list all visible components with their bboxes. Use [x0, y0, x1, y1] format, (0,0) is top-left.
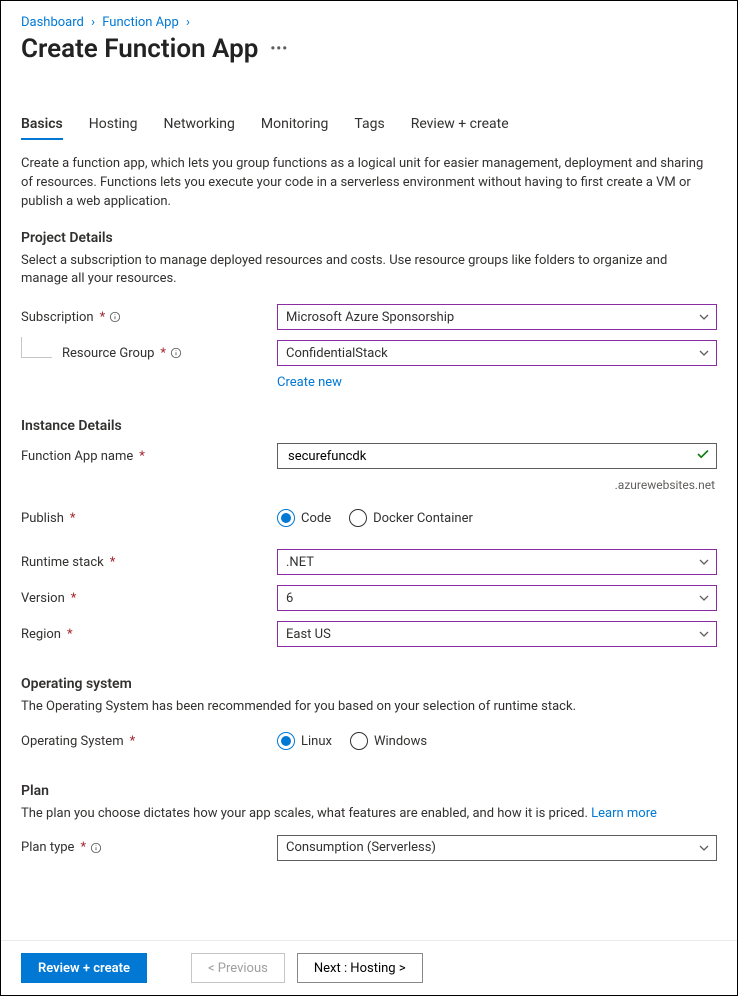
chevron-down-icon — [698, 347, 710, 359]
label-region: Region * — [21, 627, 277, 642]
required-marker: * — [110, 555, 116, 570]
required-marker: * — [71, 591, 77, 606]
required-marker: * — [67, 627, 73, 642]
radio-code[interactable]: Code — [277, 509, 331, 527]
intro-text: Create a function app, which lets you gr… — [21, 155, 717, 212]
radio-icon — [350, 732, 368, 750]
os-radio-group: Linux Windows — [277, 732, 717, 750]
required-marker: * — [100, 310, 106, 325]
function-app-name-field[interactable] — [286, 448, 690, 465]
learn-more-link[interactable]: Learn more — [591, 806, 657, 821]
label-runtime-stack: Runtime stack * — [21, 555, 277, 570]
region-select[interactable]: East US — [277, 621, 717, 647]
label-publish: Publish * — [21, 511, 277, 526]
section-plan-heading: Plan — [21, 783, 717, 799]
section-project-desc: Select a subscription to manage deployed… — [21, 252, 717, 290]
radio-windows[interactable]: Windows — [350, 732, 427, 750]
section-instance-heading: Instance Details — [21, 418, 717, 434]
chevron-down-icon — [698, 556, 710, 568]
chevron-right-icon: › — [91, 15, 95, 30]
tab-tags[interactable]: Tags — [354, 110, 384, 140]
required-marker: * — [130, 734, 136, 749]
tab-review-create[interactable]: Review + create — [411, 110, 509, 140]
chevron-down-icon — [698, 842, 710, 854]
radio-linux[interactable]: Linux — [277, 732, 332, 750]
publish-radio-group: Code Docker Container — [277, 509, 717, 527]
subscription-select[interactable]: Microsoft Azure Sponsorship — [277, 304, 717, 330]
section-os-heading: Operating system — [21, 676, 717, 692]
chevron-down-icon — [698, 311, 710, 323]
label-version: Version * — [21, 591, 277, 606]
page-title-text: Create Function App — [21, 34, 258, 64]
tabs: Basics Hosting Networking Monitoring Tag… — [21, 110, 717, 141]
required-marker: * — [139, 449, 145, 464]
function-app-name-input[interactable] — [277, 443, 717, 469]
previous-button: < Previous — [191, 953, 285, 983]
label-plan-type: Plan type * — [21, 840, 277, 855]
label-resource-group: Resource Group * — [21, 343, 277, 364]
radio-icon — [277, 509, 295, 527]
info-icon[interactable] — [170, 346, 182, 361]
radio-icon — [277, 732, 295, 750]
label-function-app-name: Function App name * — [21, 449, 277, 464]
footer-bar: Review + create < Previous Next : Hostin… — [1, 940, 737, 995]
breadcrumb: Dashboard › Function App › — [21, 15, 717, 30]
required-marker: * — [160, 346, 166, 361]
section-project-heading: Project Details — [21, 230, 717, 246]
tab-networking[interactable]: Networking — [164, 110, 235, 140]
runtime-stack-select[interactable]: .NET — [277, 549, 717, 575]
label-operating-system: Operating System * — [21, 734, 277, 749]
label-subscription: Subscription * — [21, 310, 277, 325]
review-create-button[interactable]: Review + create — [21, 953, 147, 983]
plan-type-select[interactable]: Consumption (Serverless) — [277, 835, 717, 861]
page-title: Create Function App ••• — [21, 34, 717, 64]
version-select[interactable]: 6 — [277, 585, 717, 611]
create-new-link[interactable]: Create new — [277, 375, 342, 390]
tab-hosting[interactable]: Hosting — [89, 110, 138, 140]
chevron-down-icon — [698, 628, 710, 640]
next-button[interactable]: Next : Hosting > — [297, 953, 423, 983]
radio-icon — [349, 509, 367, 527]
breadcrumb-function-app[interactable]: Function App — [102, 15, 179, 30]
section-os-desc: The Operating System has been recommende… — [21, 698, 717, 717]
breadcrumb-dashboard[interactable]: Dashboard — [21, 15, 84, 30]
checkmark-icon — [696, 447, 710, 465]
domain-suffix: .azurewebsites.net — [277, 478, 717, 492]
info-icon[interactable] — [109, 310, 121, 325]
section-plan-desc: The plan you choose dictates how your ap… — [21, 805, 717, 824]
chevron-down-icon — [698, 592, 710, 604]
tab-monitoring[interactable]: Monitoring — [261, 110, 329, 140]
tab-basics[interactable]: Basics — [21, 110, 63, 140]
required-marker: * — [80, 840, 86, 855]
required-marker: * — [70, 511, 76, 526]
radio-docker-container[interactable]: Docker Container — [349, 509, 473, 527]
resource-group-select[interactable]: ConfidentialStack — [277, 340, 717, 366]
chevron-right-icon: › — [186, 15, 190, 30]
info-icon[interactable] — [90, 840, 102, 855]
